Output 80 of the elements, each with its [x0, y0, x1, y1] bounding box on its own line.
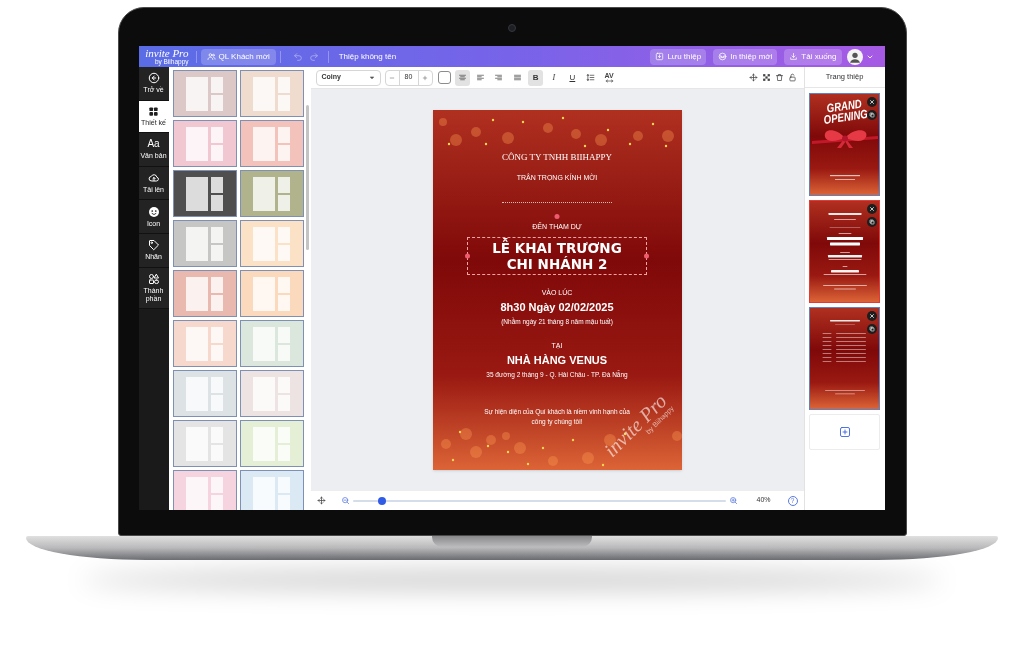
copy-page-button[interactable]: [867, 110, 877, 120]
slider-thumb[interactable]: [378, 496, 387, 505]
document-title[interactable]: Thiệp không tên: [338, 50, 397, 63]
template-thumbnail[interactable]: [172, 70, 237, 117]
template-thumbnail[interactable]: [172, 120, 237, 167]
close-icon: [869, 313, 875, 319]
align-left-icon: [475, 73, 485, 82]
color-swatch-icon[interactable]: [437, 71, 451, 84]
resize-handle[interactable]: [644, 253, 649, 258]
grid-icon: [148, 105, 159, 117]
delete-page-button[interactable]: [867, 204, 877, 214]
template-thumbnail[interactable]: [239, 420, 304, 467]
template-thumbnail[interactable]: [239, 270, 304, 317]
trash-icon[interactable]: [774, 73, 784, 82]
plus-square-icon: [838, 426, 851, 438]
move-icon[interactable]: [748, 73, 758, 82]
move-icon[interactable]: [316, 496, 326, 505]
template-thumbnail[interactable]: [172, 170, 237, 217]
double-arrow-icon: [604, 79, 614, 83]
resize-handle[interactable]: [465, 253, 470, 258]
mail-icon: [718, 52, 728, 61]
delete-page-button[interactable]: [867, 311, 877, 321]
template-thumbnail[interactable]: [239, 220, 304, 267]
template-thumbnail[interactable]: [172, 270, 237, 317]
people-icon: [206, 52, 216, 61]
copy-page-button[interactable]: [867, 324, 877, 334]
undo-arrow-icon: [293, 51, 304, 62]
camera-icon: [508, 24, 516, 32]
close-icon: [869, 99, 875, 105]
padlock-icon[interactable]: [787, 73, 797, 82]
template-thumbnail[interactable]: [239, 470, 304, 510]
template-thumbnail[interactable]: [172, 370, 237, 417]
headline-text: NHÀ HÀNG VENUS: [506, 354, 608, 367]
close-icon: [869, 206, 875, 212]
download-icon: [789, 52, 799, 61]
align-center-button[interactable]: [454, 69, 470, 86]
align-center-icon: [457, 73, 467, 82]
copy-icon: [869, 326, 875, 332]
template-thumbnail[interactable]: [172, 420, 237, 467]
page-thumbnail[interactable]: GRAND OPENING: [809, 93, 880, 196]
template-thumbnail[interactable]: [172, 470, 237, 510]
zoom-slider[interactable]: [352, 496, 726, 505]
checkerboard-icon[interactable]: [761, 73, 771, 82]
zoom-out-icon[interactable]: [340, 496, 350, 505]
template-thumbnail[interactable]: [239, 170, 304, 217]
line-spacing-icon: [586, 73, 596, 82]
template-thumbnail[interactable]: [239, 320, 304, 367]
copy-page-button[interactable]: [867, 217, 877, 227]
shapes-icon: [147, 272, 160, 285]
rotate-handle[interactable]: [554, 213, 560, 219]
event-title: LỄ KHAI TRƯƠNG CHI NHÁNH 2: [491, 239, 623, 272]
minus-icon: [389, 74, 395, 81]
template-thumbnail[interactable]: [172, 220, 237, 267]
template-thumbnail[interactable]: [239, 70, 304, 117]
headline-text: 8h30 Ngày 02/02/2025: [500, 301, 614, 314]
delete-page-button[interactable]: [867, 97, 877, 107]
template-thumbnail[interactable]: [239, 120, 304, 167]
logo-text: invite Pro: [145, 48, 189, 58]
align-right-icon: [494, 73, 504, 82]
tag-icon: [147, 239, 160, 252]
company-name: CÔNG TY TNHH BIIHAPPY: [501, 150, 613, 163]
copy-icon: [869, 112, 875, 118]
save-icon: [655, 52, 665, 61]
plus-icon: [422, 74, 428, 81]
copy-icon: [869, 219, 875, 225]
bold-button[interactable]: B: [528, 69, 544, 86]
cloud-upload-icon: [147, 172, 160, 185]
caret-down-icon: [368, 74, 375, 81]
template-thumbnail[interactable]: [239, 370, 304, 417]
scrollbar[interactable]: [305, 105, 309, 250]
zoom-in-icon[interactable]: [728, 496, 738, 505]
smiley-icon: [147, 205, 160, 218]
avatar-icon[interactable]: [846, 48, 863, 65]
italic-button[interactable]: I: [546, 69, 562, 86]
redo-arrow-icon: [309, 51, 320, 62]
ribbon-bow-icon: [811, 127, 878, 149]
align-justify-icon: [512, 73, 522, 82]
page-heading: GRAND OPENING: [821, 97, 870, 127]
underline-button[interactable]: U: [564, 69, 580, 86]
template-thumbnail[interactable]: [172, 320, 237, 367]
